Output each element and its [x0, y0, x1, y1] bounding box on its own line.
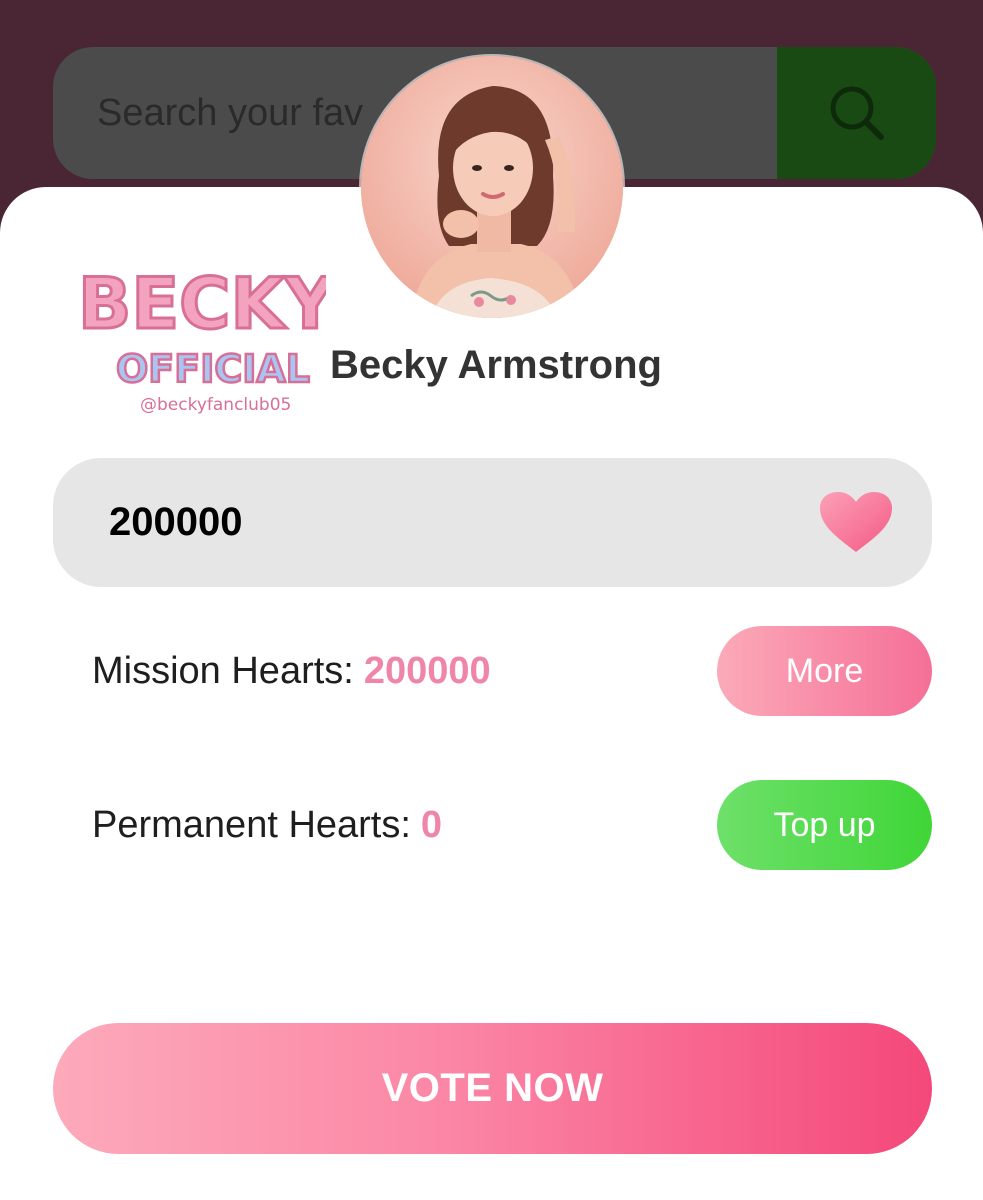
- vote-amount-input[interactable]: [53, 458, 793, 587]
- mission-hearts-value: 200000: [363, 650, 491, 692]
- vote-now-button[interactable]: VOTE NOW: [53, 1023, 932, 1154]
- logo-line1: BECKY: [78, 263, 326, 345]
- profile-photo-icon: [361, 56, 623, 318]
- fanclub-logo: BECKY OFFICIAL @beckyfanclub05: [76, 250, 339, 418]
- top-up-button[interactable]: Top up: [717, 780, 932, 870]
- permanent-hearts-row: Permanent Hearts: 0: [92, 804, 442, 847]
- logo-handle: @beckyfanclub05: [140, 395, 291, 415]
- search-button[interactable]: [777, 47, 936, 179]
- heart-icon: [820, 492, 892, 552]
- more-button[interactable]: More: [717, 626, 932, 716]
- vote-amount-field: [53, 458, 932, 587]
- search-icon: [830, 86, 884, 140]
- mission-hearts-row: Mission Hearts: 200000: [92, 650, 491, 693]
- mission-hearts-label: Mission Hearts:: [92, 650, 354, 692]
- permanent-hearts-value: 0: [420, 804, 443, 846]
- artist-avatar: [361, 56, 623, 318]
- logo-line2: OFFICIAL: [116, 347, 310, 391]
- artist-name: Becky Armstrong: [330, 343, 662, 387]
- permanent-hearts-label: Permanent Hearts:: [92, 804, 411, 846]
